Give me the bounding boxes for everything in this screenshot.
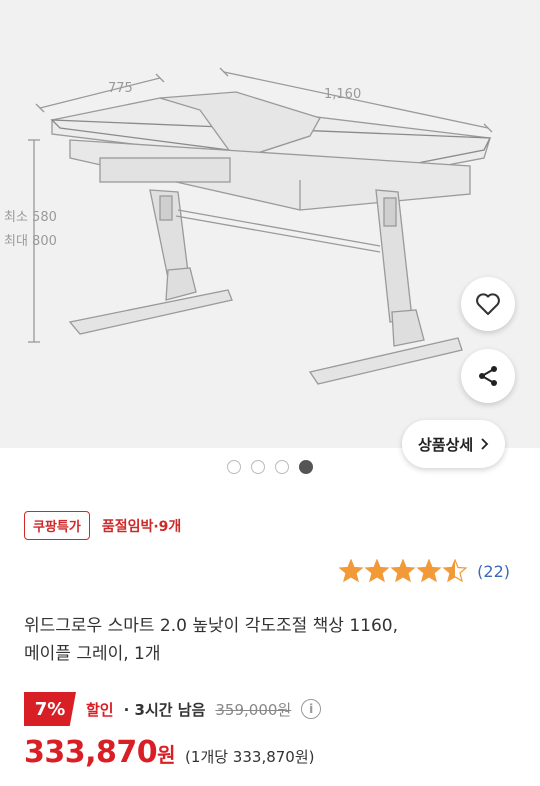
rating-summary[interactable]: (22) — [339, 559, 510, 583]
dim-width-label: 1,160 — [324, 87, 361, 102]
dim-max-height-label: 최대 800 — [4, 234, 57, 249]
heart-icon — [476, 293, 500, 315]
carousel-dot[interactable] — [251, 460, 265, 474]
unit-price: (1개당 333,870원) — [185, 748, 315, 766]
dim-depth-label: 775 — [108, 81, 133, 96]
sale-price-number: 333,870 — [24, 735, 158, 770]
carousel-dot-active[interactable] — [299, 460, 313, 474]
sale-price: 333,870원 — [24, 735, 176, 770]
original-price: 359,000원 — [215, 700, 292, 719]
stock-warning: 품절임박·9개 — [101, 518, 182, 535]
discount-row: 7% 할인 · 3시간 남음 359,000원 i — [24, 692, 322, 726]
review-count[interactable]: (22) — [477, 562, 510, 581]
discount-percent-badge: 7% — [24, 692, 76, 726]
special-deal-badge: 쿠팡특가 — [24, 511, 90, 540]
promo-row: 쿠팡특가 품절임박·9개 — [24, 511, 181, 540]
time-remaining: · 3시간 남음 — [123, 700, 206, 719]
product-detail-label: 상품상세 — [418, 435, 474, 454]
info-icon[interactable]: i — [301, 699, 322, 719]
sale-price-unit: 원 — [157, 743, 176, 767]
sale-label: 할인 — [86, 700, 114, 719]
chevron-right-icon — [481, 438, 489, 450]
price-row: 333,870원 (1개당 333,870원) — [24, 735, 315, 770]
carousel-dot[interactable] — [275, 460, 289, 474]
wishlist-button[interactable] — [461, 277, 515, 331]
carousel-indicator — [0, 460, 540, 474]
share-button[interactable] — [461, 349, 515, 403]
share-icon — [479, 366, 497, 386]
dim-min-height-label: 최소 580 — [4, 210, 57, 225]
product-title-line: 메이플 그레이, 1개 — [24, 644, 161, 664]
star-rating-icon — [339, 559, 468, 583]
product-title: 위드그로우 스마트 2.0 높낮이 각도조절 책상 1160, 메이플 그레이,… — [24, 612, 514, 668]
product-image[interactable]: 775 1,160 최소 580 최대 800 — [0, 0, 540, 448]
carousel-dot[interactable] — [227, 460, 241, 474]
desk-illustration: 775 1,160 최소 580 최대 800 — [4, 67, 493, 385]
product-title-line: 위드그로우 스마트 2.0 높낮이 각도조절 책상 1160, — [24, 616, 399, 636]
